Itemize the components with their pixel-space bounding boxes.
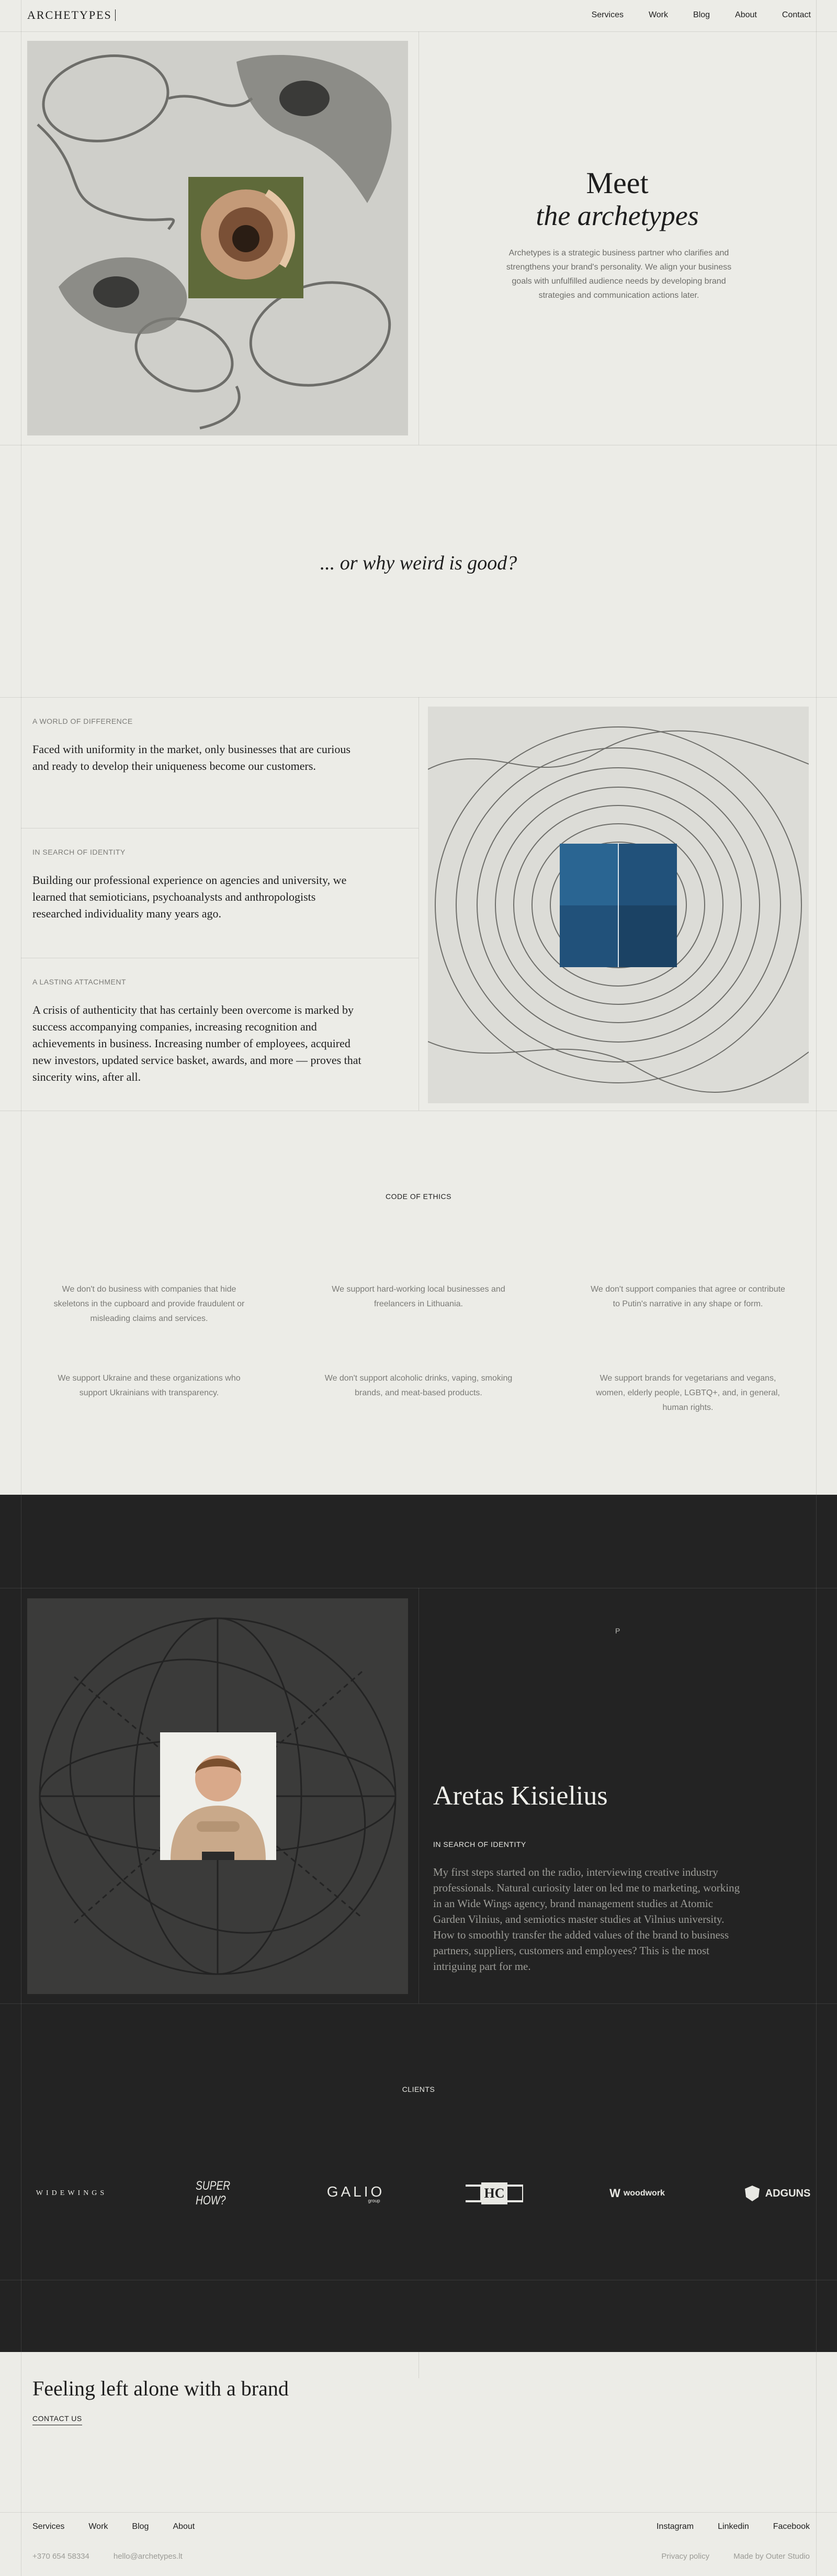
grid-line [816,1495,817,2352]
ethics-item: We don't do business with companies that… [53,1285,245,1323]
person-role: IN SEARCH OF IDENTITY [433,1840,526,1849]
site-header: ARCHETYPES Services Work Blog About Cont… [0,0,837,31]
block-text: Faced with uniformity in the market, onl… [32,743,350,772]
block-label: IN SEARCH OF IDENTITY [32,848,126,856]
grid-line [0,2003,837,2004]
person-mark: P [615,1627,620,1635]
footer-nav-services[interactable]: Services [32,2522,64,2532]
footer-email[interactable]: hello@archetypes.lt [114,2552,183,2561]
footer-legal: Privacy policy Made by Outer Studio [661,2552,810,2561]
client-logo-woodwork[interactable]: W woodwork [606,2180,669,2207]
woodwork-w-icon: W [609,2187,620,2200]
ethics-item: We support Ukraine and these organizatio… [58,1374,241,1397]
hero-title-line1: Meet [586,166,649,200]
ear-photo [188,177,303,298]
block-lasting-attachment: A LASTING ATTACHMENT A crisis of authent… [32,978,367,1085]
clients-title: CLIENTS [402,2085,435,2093]
grid-line [0,31,837,32]
footer-nav-blog[interactable]: Blog [132,2522,149,2532]
main-nav: Services Work Blog About Contact [592,10,811,20]
block-text: A crisis of authenticity that has certai… [32,1003,361,1083]
ethics-item: We don't support companies that agree or… [591,1285,785,1308]
weird-heading: ... or why weird is good? [320,552,517,574]
nav-about[interactable]: About [735,10,757,20]
ethics-item: We support brands for vegetarians and ve… [596,1374,780,1412]
footer-contacts: +370 654 58334 hello@archetypes.lt [32,2552,183,2561]
contour-map-image [428,707,809,1103]
social-instagram[interactable]: Instagram [657,2522,694,2532]
person-sphere-image [27,1598,408,1994]
dark-section: P Aretas Kisielius IN SEARCH OF IDENTITY… [0,1495,837,2352]
hero-title: Meet the archetypes [471,166,764,232]
hero-ear-inset [188,177,303,298]
block-world-of-difference: A WORLD OF DIFFERENCE Faced with uniform… [32,717,367,775]
client-logo-widewings[interactable]: WIDEWINGS [27,2180,116,2207]
nav-work[interactable]: Work [649,10,668,20]
nav-services[interactable]: Services [592,10,624,20]
block-text: Building our professional experience on … [32,873,347,920]
social-linkedin[interactable]: Linkedin [718,2522,749,2532]
nav-contact[interactable]: Contact [782,10,811,20]
contact-us-link[interactable]: CONTACT US [32,2414,82,2425]
grid-line [418,2352,419,2378]
grid-line [418,31,419,445]
client-logo-galio[interactable]: GALIO group [322,2180,390,2207]
logo-cursor [115,9,116,21]
footer-cta-heading: Feeling left alone with a brand [32,2377,289,2400]
privacy-policy-link[interactable]: Privacy policy [661,2552,709,2561]
ethics-title: CODE OF ETHICS [385,1192,451,1201]
footer-nav: Services Work Blog About [32,2522,195,2532]
map-blue-inset [560,844,677,967]
person-bio: My first steps started on the radio, int… [433,1866,740,1973]
client-logo-superhow[interactable]: SUPER HOW? [196,2179,246,2208]
blue-photo [560,844,677,967]
ethics-item: We don't support alcoholic drinks, vapin… [324,1374,513,1397]
hero-glasses-image [27,41,408,435]
person-portrait [160,1732,276,1860]
adguns-shield-icon [744,2186,760,2201]
grid-line [0,697,837,698]
made-by-credit[interactable]: Made by Outer Studio [733,2552,810,2561]
grid-line [418,697,419,1111]
person-name: Aretas Kisielius [433,1781,608,1811]
grid-line [418,1588,419,2003]
footer-phone[interactable]: +370 654 58334 [32,2552,89,2561]
footer-nav-work[interactable]: Work [88,2522,108,2532]
nav-blog[interactable]: Blog [693,10,710,20]
social-facebook[interactable]: Facebook [773,2522,810,2532]
hero-description: Archetypes is a strategic business partn… [506,249,732,300]
block-search-identity: IN SEARCH OF IDENTITY Building our profe… [32,848,367,922]
footer-social: Instagram Linkedin Facebook [657,2522,810,2532]
block-label: A LASTING ATTACHMENT [32,978,127,986]
footer-nav-about[interactable]: About [173,2522,195,2532]
ethics-item: We support hard-working local businesses… [332,1285,505,1308]
portrait-photo [160,1732,276,1860]
client-logo-adguns[interactable]: ADGUNS [743,2180,811,2207]
hero-title-line2: the archetypes [536,200,699,231]
block-label: A WORLD OF DIFFERENCE [32,717,133,725]
grid-line [0,2512,837,2513]
site-logo[interactable]: ARCHETYPES [27,8,116,22]
client-logo-hc[interactable]: HC [466,2180,523,2207]
